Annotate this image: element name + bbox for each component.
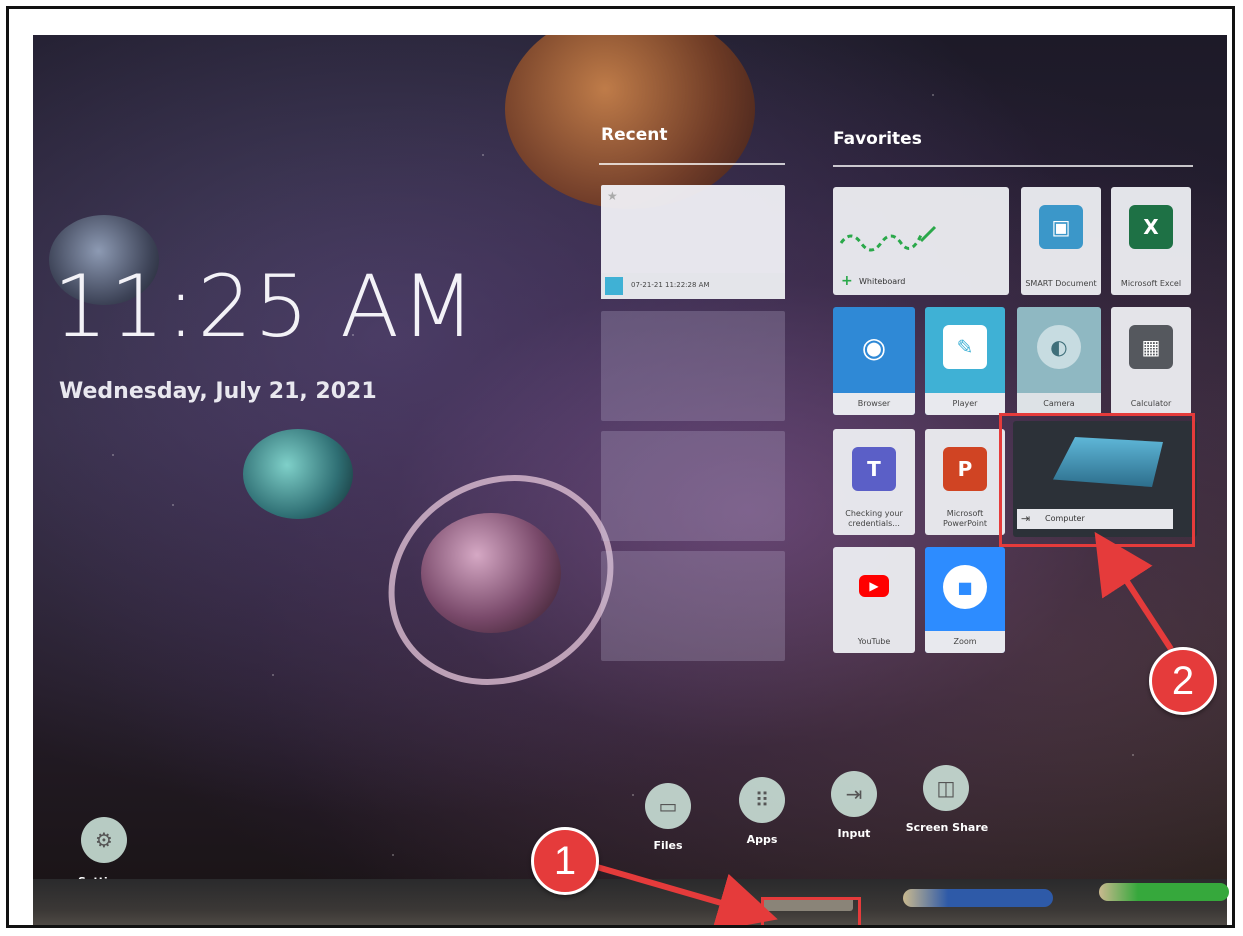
callout-badge-1: 1 bbox=[531, 827, 599, 895]
callout-badge-2: 2 bbox=[1149, 647, 1217, 715]
callout-arrows bbox=[596, 531, 1174, 925]
screenshot-frame: 11:25 AM Wednesday, July 21, 2021 Recent… bbox=[6, 6, 1235, 928]
